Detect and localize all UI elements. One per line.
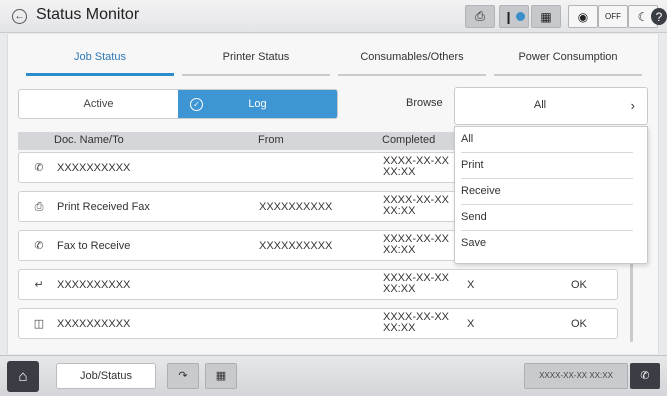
tab-consumables-others[interactable]: Consumables/Others xyxy=(334,44,490,76)
printer-queue-icon[interactable]: ▦ xyxy=(205,363,237,389)
help-icon[interactable]: ? xyxy=(651,8,667,25)
row-time: XX:XX xyxy=(383,283,416,295)
check-circle-icon: ✓ xyxy=(190,98,203,111)
row-time: XX:XX xyxy=(383,244,416,256)
log-toggle-button[interactable]: ✓ Log xyxy=(178,90,337,118)
dropdown-option-receive[interactable]: Receive xyxy=(461,179,633,205)
row-from: XXXXXXXXXX xyxy=(259,240,333,252)
row-result: OK xyxy=(571,279,587,291)
row-completed: XXXX-XX-XX XX:XX xyxy=(383,156,453,178)
row-name: XXXXXXXXXX xyxy=(57,318,131,330)
log-label: Log xyxy=(248,98,267,110)
chevron-right-icon: › xyxy=(630,98,635,113)
row-result: OK xyxy=(571,318,587,330)
memory-card-icon[interactable]: ▦ xyxy=(531,5,561,28)
dropdown-option-all[interactable]: All xyxy=(461,127,633,153)
scan-to-folder-icon: ↵ xyxy=(34,279,44,291)
active-toggle-button[interactable]: Active xyxy=(19,90,178,118)
dropdown-option-save[interactable]: Save xyxy=(461,231,633,257)
active-label: Active xyxy=(83,98,114,110)
fax-icon[interactable]: ✆ xyxy=(630,363,660,389)
column-header-name: Doc. Name/To xyxy=(54,134,124,146)
row-result-x: X xyxy=(467,318,475,330)
row-name: XXXXXXXXXX xyxy=(57,279,131,291)
fax-receive-icon: ✆ xyxy=(34,240,44,252)
copy-save-icon: ◫ xyxy=(33,318,45,330)
printer-icon[interactable]: ⎙ xyxy=(465,5,495,28)
row-time: XX:XX xyxy=(383,205,416,217)
active-log-toggle: Active ✓ Log xyxy=(18,89,338,119)
wifi-off-icon[interactable]: OFF xyxy=(598,5,628,28)
home-icon[interactable]: ⌂ xyxy=(7,361,39,392)
job-status-panel: Job Status Printer Status Consumables/Ot… xyxy=(7,34,659,354)
browse-label: Browse xyxy=(406,97,443,109)
network-icon[interactable]: ❙ xyxy=(499,5,529,28)
sound-icon[interactable]: ◉ xyxy=(568,5,598,28)
column-header-completed: Completed xyxy=(382,134,436,146)
back-icon[interactable]: ← xyxy=(12,9,27,24)
clock-display: XXXX-XX-XX XX:XX xyxy=(524,363,628,389)
row-name: Print Received Fax xyxy=(57,201,150,213)
tab-job-status[interactable]: Job Status xyxy=(22,44,178,76)
tab-printer-status[interactable]: Printer Status xyxy=(178,44,334,76)
fax-send-icon: ✆ xyxy=(34,162,44,174)
row-name: XXXXXXXXXX xyxy=(57,162,131,174)
dropdown-option-print[interactable]: Print xyxy=(461,153,633,179)
dropdown-options-list: All Print Receive Send Save xyxy=(454,126,648,264)
column-header-from: From xyxy=(258,134,284,146)
header-bar: ← Status Monitor ⎙ ❙ ▦ ◉ OFF ☾ ? xyxy=(0,0,667,33)
row-completed: XXXX-XX-XX XX:XX xyxy=(383,234,453,256)
table-row[interactable]: ↵ XXXXXXXXXX XXXX-XX-XX XX:XX X OK xyxy=(18,269,618,300)
dropdown-option-send[interactable]: Send xyxy=(461,205,633,231)
row-from: XXXXXXXXXX xyxy=(259,201,333,213)
filter-dropdown[interactable]: All › xyxy=(454,87,648,125)
print-received-fax-icon: ⎙ xyxy=(34,201,44,213)
job-status-button[interactable]: Job/Status xyxy=(56,363,156,389)
row-completed: XXXX-XX-XX XX:XX xyxy=(383,273,453,295)
table-row[interactable]: ◫ XXXXXXXXXX XXXX-XX-XX XX:XX X OK xyxy=(18,308,618,339)
tab-power-consumption[interactable]: Power Consumption xyxy=(490,44,646,76)
row-name: Fax to Receive xyxy=(57,240,131,252)
dropdown-selected-value: All xyxy=(533,99,547,111)
row-completed: XXXX-XX-XX XX:XX xyxy=(383,195,453,217)
bottom-bar: ⌂ Job/Status ↷ ▦ XXXX-XX-XX XX:XX ✆ xyxy=(0,355,667,396)
row-result-x: X xyxy=(467,279,475,291)
row-time: XX:XX xyxy=(383,166,416,178)
page-title: Status Monitor xyxy=(36,6,140,23)
tab-bar: Job Status Printer Status Consumables/Ot… xyxy=(22,44,646,76)
row-completed: XXXX-XX-XX XX:XX xyxy=(383,312,453,334)
row-time: XX:XX xyxy=(383,322,416,334)
stop-job-icon[interactable]: ↷ xyxy=(167,363,199,389)
